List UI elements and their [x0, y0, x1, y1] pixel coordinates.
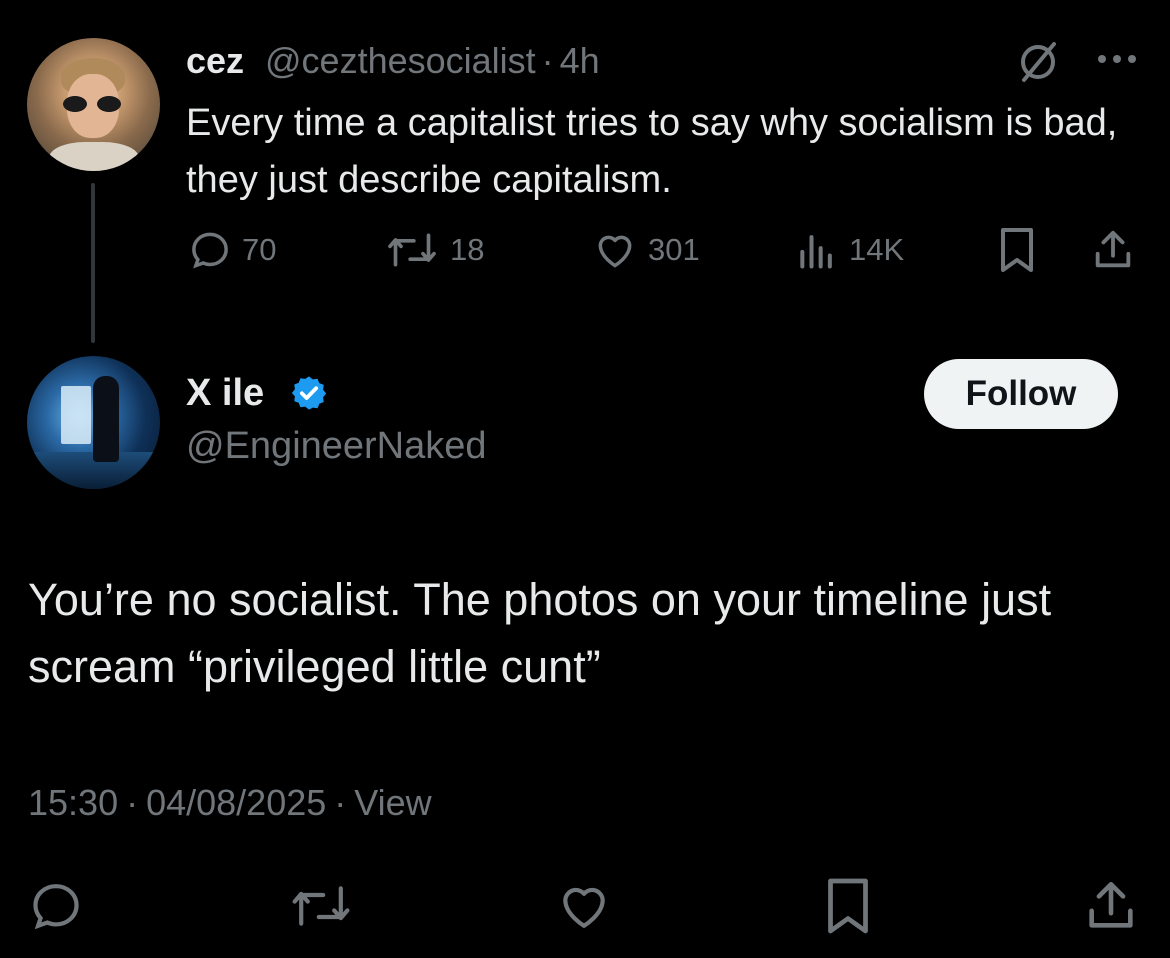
- tweet-text: You’re no socialist. The photos on your …: [28, 574, 1052, 692]
- like-count: 301: [648, 232, 700, 267]
- tweet-date[interactable]: 04/08/2025: [146, 782, 326, 823]
- author-handle[interactable]: @EngineerNaked: [186, 425, 487, 468]
- author-display-name[interactable]: X ile: [186, 372, 264, 415]
- tweet-meta: 15:30 · 04/08/2025 · View: [28, 782, 432, 824]
- tweet-time[interactable]: 15:30: [28, 782, 118, 823]
- repost-count: 18: [450, 232, 485, 267]
- author-handle[interactable]: @cezthesocialist: [265, 40, 536, 81]
- follow-button[interactable]: Follow: [924, 359, 1118, 429]
- separator-dot: ·: [126, 782, 139, 823]
- views-action[interactable]: 14K: [795, 228, 904, 272]
- share-icon[interactable]: [1082, 876, 1140, 936]
- verified-icon[interactable]: [290, 374, 328, 412]
- like-action[interactable]: 301: [592, 228, 700, 272]
- reply-count: 70: [242, 232, 277, 267]
- repost-action[interactable]: 18: [384, 228, 484, 272]
- avatar[interactable]: [27, 356, 160, 489]
- time-ago[interactable]: 4h: [560, 40, 600, 81]
- share-icon[interactable]: [1090, 226, 1136, 274]
- repost-icon: [388, 233, 436, 267]
- separator-dot: ·: [334, 782, 347, 823]
- bookmark-icon[interactable]: [822, 876, 874, 936]
- avatar[interactable]: [27, 38, 160, 171]
- repost-icon[interactable]: [288, 878, 354, 934]
- author-handle-and-time: @cezthesocialist · 4h: [265, 40, 600, 82]
- reply-icon[interactable]: [28, 878, 84, 934]
- reply-action[interactable]: 70: [188, 228, 276, 272]
- tweet-text: Every time a capitalist tries to say why…: [186, 102, 1118, 201]
- views-count: 14K: [849, 232, 905, 267]
- thread-connector-line: [91, 183, 95, 343]
- grok-icon[interactable]: [1016, 40, 1060, 84]
- views-icon: [800, 235, 832, 269]
- like-icon[interactable]: [554, 878, 614, 934]
- view-link[interactable]: View: [354, 782, 431, 823]
- bookmark-icon[interactable]: [996, 226, 1038, 274]
- author-display-name[interactable]: cez: [186, 40, 244, 82]
- like-icon: [598, 235, 632, 268]
- separator-dot: ·: [541, 40, 554, 81]
- reply-icon: [192, 232, 228, 269]
- more-icon[interactable]: [1094, 44, 1140, 74]
